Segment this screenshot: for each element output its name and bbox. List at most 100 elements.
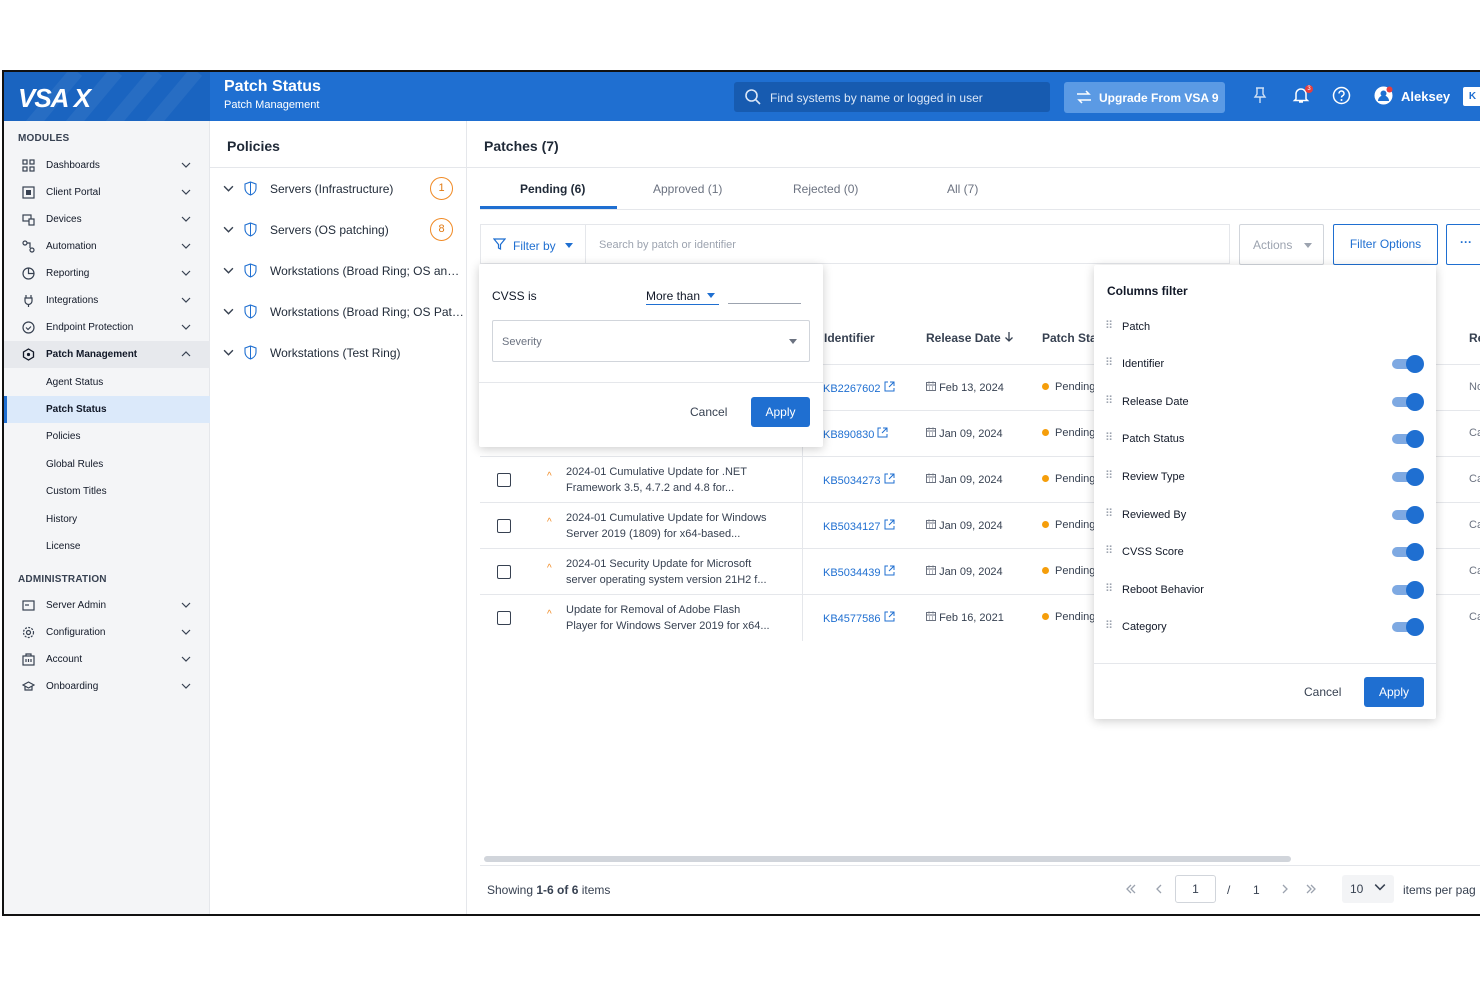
- prev-page-icon[interactable]: [1153, 883, 1165, 895]
- user-name[interactable]: Aleksey: [1401, 89, 1450, 104]
- sidebar-item-devices[interactable]: Devices: [4, 206, 210, 233]
- vsax-logo[interactable]: VSA X: [18, 83, 91, 114]
- sidebar-item-reporting[interactable]: Reporting: [4, 260, 210, 287]
- sidebar-item-configuration[interactable]: Configuration: [4, 619, 210, 646]
- page-number-input[interactable]: 1: [1175, 875, 1216, 903]
- column-option[interactable]: ⠿ Reviewed By: [1094, 505, 1436, 525]
- row-checkbox[interactable]: [497, 473, 511, 487]
- column-option[interactable]: ⠿ CVSS Score: [1094, 542, 1436, 562]
- help-icon[interactable]: [1332, 86, 1351, 105]
- chevron-down-icon[interactable]: [223, 265, 234, 276]
- identifier-link[interactable]: KB2267602: [823, 381, 895, 395]
- horizontal-scrollbar[interactable]: [484, 856, 1291, 862]
- column-option[interactable]: ⠿ Identifier: [1094, 354, 1436, 374]
- column-toggle[interactable]: [1392, 430, 1424, 448]
- chevron-down-icon[interactable]: [223, 306, 234, 317]
- tab-all[interactable]: All (7): [947, 182, 978, 196]
- tab-rejected[interactable]: Rejected (0): [793, 182, 858, 196]
- cvss-value-input[interactable]: [728, 303, 801, 304]
- sidebar-subitem-custom-titles[interactable]: Custom Titles: [4, 478, 210, 505]
- sidebar-subitem-history[interactable]: History: [4, 506, 210, 533]
- policy-item[interactable]: Servers (OS patching) 8: [210, 215, 467, 245]
- sidebar-item-patch-management[interactable]: Patch Management: [4, 341, 210, 368]
- columns-apply-button[interactable]: Apply: [1364, 677, 1424, 707]
- sidebar-item-client-portal[interactable]: Client Portal: [4, 179, 210, 206]
- column-toggle[interactable]: [1392, 618, 1424, 636]
- filter-apply-button[interactable]: Apply: [751, 397, 810, 427]
- column-header-review[interactable]: Re: [1469, 331, 1480, 345]
- patch-search-input[interactable]: Search by patch or identifier: [599, 239, 736, 251]
- column-header-release-date[interactable]: Release Date: [926, 331, 1014, 345]
- cvss-operator-select[interactable]: More than: [646, 281, 719, 305]
- more-options-button[interactable]: ···: [1446, 224, 1480, 265]
- column-toggle[interactable]: [1392, 393, 1424, 411]
- drag-handle-icon[interactable]: ⠿: [1105, 356, 1113, 369]
- column-toggle[interactable]: [1392, 543, 1424, 561]
- row-checkbox[interactable]: [497, 519, 511, 533]
- policy-item[interactable]: Workstations (Broad Ring; OS and 3rd Par…: [210, 256, 467, 286]
- filter-by-button[interactable]: Filter by: [481, 225, 586, 263]
- policy-item[interactable]: Workstations (Broad Ring; OS Patching): [210, 297, 467, 327]
- chevron-down-icon[interactable]: [223, 224, 234, 235]
- tab-approved[interactable]: Approved (1): [653, 182, 722, 196]
- identifier-link[interactable]: KB4577586: [823, 611, 895, 625]
- chevron-down-icon[interactable]: [223, 183, 234, 194]
- expand-caret-icon[interactable]: ^: [547, 563, 552, 574]
- expand-caret-icon[interactable]: ^: [547, 471, 552, 482]
- sidebar-item-onboarding[interactable]: Onboarding: [4, 673, 210, 700]
- avatar-icon[interactable]: [1374, 86, 1393, 105]
- drag-handle-icon[interactable]: ⠿: [1105, 582, 1113, 595]
- sidebar-item-account[interactable]: Account: [4, 646, 210, 673]
- account-switcher[interactable]: K: [1463, 87, 1480, 106]
- filter-options-button[interactable]: Filter Options: [1333, 224, 1438, 265]
- row-checkbox[interactable]: [497, 611, 511, 625]
- drag-handle-icon[interactable]: ⠿: [1105, 319, 1113, 332]
- sidebar-item-server-admin[interactable]: Server Admin: [4, 592, 210, 619]
- drag-handle-icon[interactable]: ⠿: [1105, 431, 1113, 444]
- sidebar-subitem-license[interactable]: License: [4, 533, 210, 560]
- column-toggle[interactable]: [1392, 355, 1424, 373]
- global-search-input[interactable]: Find systems by name or logged in user: [734, 82, 1050, 112]
- identifier-link[interactable]: KB5034127: [823, 519, 895, 533]
- sidebar-subitem-global-rules[interactable]: Global Rules: [4, 451, 210, 478]
- sidebar-item-integrations[interactable]: Integrations: [4, 287, 210, 314]
- column-toggle[interactable]: [1392, 506, 1424, 524]
- columns-cancel-button[interactable]: Cancel: [1304, 685, 1341, 699]
- chevron-down-icon[interactable]: [223, 347, 234, 358]
- column-option[interactable]: ⠿ Reboot Behavior: [1094, 580, 1436, 600]
- drag-handle-icon[interactable]: ⠿: [1105, 544, 1113, 557]
- identifier-link[interactable]: KB5034439: [823, 565, 895, 579]
- column-header-patch-status[interactable]: Patch Sta: [1042, 331, 1097, 345]
- pin-icon[interactable]: [1252, 86, 1268, 104]
- next-page-icon[interactable]: [1279, 883, 1291, 895]
- sidebar-subitem-agent-status[interactable]: Agent Status: [4, 369, 210, 396]
- severity-select[interactable]: Severity: [492, 320, 810, 362]
- identifier-link[interactable]: KB5034273: [823, 473, 895, 487]
- column-option[interactable]: ⠿ Release Date: [1094, 392, 1436, 412]
- column-option[interactable]: ⠿ Patch: [1094, 317, 1436, 337]
- column-toggle[interactable]: [1392, 468, 1424, 486]
- row-checkbox[interactable]: [497, 565, 511, 579]
- policy-item[interactable]: Workstations (Test Ring): [210, 338, 467, 368]
- first-page-icon[interactable]: [1125, 883, 1137, 895]
- sidebar-item-dashboards[interactable]: Dashboards: [4, 152, 210, 179]
- filter-cancel-button[interactable]: Cancel: [690, 405, 727, 419]
- sidebar-item-endpoint-protection[interactable]: Endpoint Protection: [4, 314, 210, 341]
- tab-pending[interactable]: Pending (6): [520, 182, 585, 196]
- identifier-link[interactable]: KB890830: [823, 427, 888, 441]
- column-toggle[interactable]: [1392, 581, 1424, 599]
- column-option[interactable]: ⠿ Category: [1094, 617, 1436, 637]
- column-option[interactable]: ⠿ Review Type: [1094, 467, 1436, 487]
- drag-handle-icon[interactable]: ⠿: [1105, 394, 1113, 407]
- sidebar-subitem-patch-status[interactable]: Patch Status: [4, 396, 210, 423]
- drag-handle-icon[interactable]: ⠿: [1105, 507, 1113, 520]
- expand-caret-icon[interactable]: ^: [547, 609, 552, 620]
- column-option[interactable]: ⠿ Patch Status: [1094, 429, 1436, 449]
- column-header-identifier[interactable]: Identifier: [824, 331, 875, 345]
- expand-caret-icon[interactable]: ^: [547, 517, 552, 528]
- policy-item[interactable]: Servers (Infrastructure) 1: [210, 174, 467, 204]
- actions-dropdown[interactable]: Actions: [1239, 224, 1324, 265]
- upgrade-button[interactable]: Upgrade From VSA 9: [1064, 82, 1225, 113]
- sidebar-item-automation[interactable]: Automation: [4, 233, 210, 260]
- last-page-icon[interactable]: [1305, 883, 1317, 895]
